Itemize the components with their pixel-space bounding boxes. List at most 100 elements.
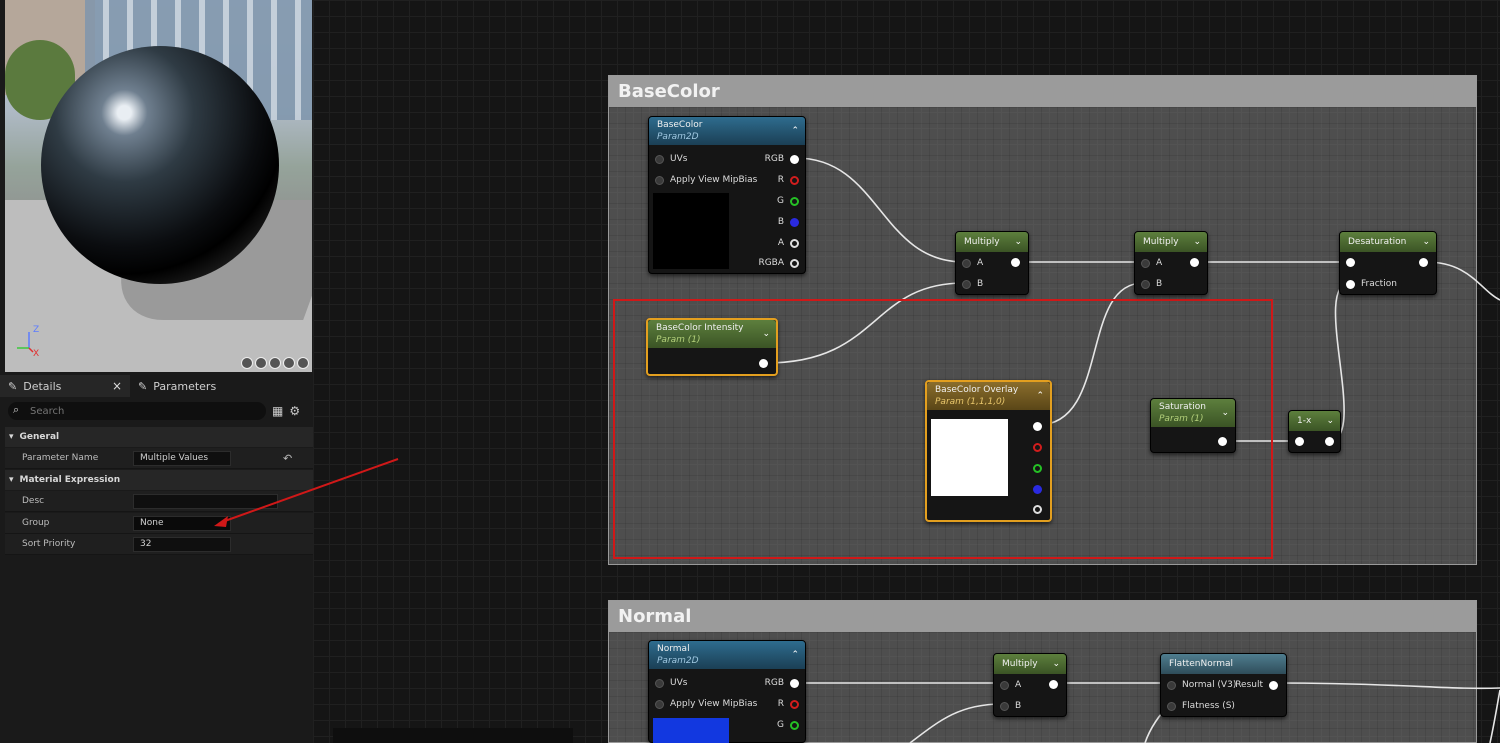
node-header[interactable]: BaseColor Overlay Param (1,1,1,0) ⌃	[927, 382, 1050, 410]
tab-details[interactable]: ✎ Details ×	[0, 375, 130, 397]
node-header[interactable]: Multiply ⌄	[956, 232, 1028, 252]
mesh-shape-icon[interactable]	[297, 357, 309, 369]
collapse-icon[interactable]: ⌃	[1036, 391, 1044, 401]
details-tabs: ✎ Details × ✎ Parameters	[0, 375, 313, 397]
chevron-down-icon[interactable]: ⌄	[1221, 408, 1229, 418]
parameter-name-field[interactable]: Multiple Values	[133, 450, 231, 466]
tab-parameters[interactable]: ✎ Parameters	[130, 375, 224, 397]
pin-a[interactable]: A	[778, 238, 799, 248]
chevron-down-icon[interactable]: ⌄	[1193, 237, 1201, 247]
pin-r[interactable]	[1033, 443, 1042, 452]
pin-b[interactable]: B	[1000, 701, 1021, 711]
chevron-down-icon[interactable]: ⌄	[1422, 237, 1430, 247]
close-icon[interactable]: ×	[112, 379, 122, 393]
pin-b[interactable]: B	[1141, 279, 1162, 289]
node-header[interactable]: BaseColor Param2D ⌃	[649, 117, 805, 145]
node-header[interactable]: Saturation Param (1) ⌄	[1151, 399, 1235, 427]
node-header[interactable]: Desaturation ⌄	[1340, 232, 1436, 252]
pin-result[interactable]: Result	[1235, 680, 1278, 690]
node-subtitle: Param2D	[657, 132, 699, 142]
pin-label: Apply View MipBias	[670, 175, 758, 185]
pin-a[interactable]: A	[1141, 258, 1162, 268]
desc-field[interactable]	[133, 493, 278, 509]
node-normal-texture[interactable]: Normal Param2D ⌃ UVs Apply View MipBias …	[648, 640, 806, 743]
pin-output[interactable]	[1190, 258, 1199, 267]
node-basecolor-overlay[interactable]: BaseColor Overlay Param (1,1,1,0) ⌃	[925, 380, 1052, 522]
pin-input[interactable]	[1295, 437, 1304, 446]
sphere-shape-icon[interactable]	[241, 357, 253, 369]
pin-input[interactable]	[1346, 258, 1355, 267]
pin-output[interactable]	[759, 359, 768, 368]
reset-arrow-icon[interactable]: ↶	[283, 452, 292, 465]
node-header[interactable]: Multiply ⌄	[1135, 232, 1207, 252]
section-general[interactable]: ▾ General	[5, 427, 313, 447]
node-multiply-3[interactable]: Multiply ⌄ A B	[993, 653, 1067, 717]
pin-rgb[interactable]	[1033, 422, 1042, 431]
pin-b[interactable]	[1033, 485, 1042, 494]
pin-g[interactable]	[1033, 464, 1042, 473]
node-subtitle: Param2D	[657, 656, 699, 666]
pin-r[interactable]: R	[778, 175, 799, 185]
node-desaturation[interactable]: Desaturation ⌄ Fraction	[1339, 231, 1437, 295]
pin-b[interactable]: B	[962, 279, 983, 289]
pin-uvs[interactable]: UVs	[655, 154, 687, 164]
pin-g[interactable]: G	[777, 720, 799, 730]
comment-title[interactable]: Normal	[609, 601, 1476, 632]
comment-title[interactable]: BaseColor	[609, 76, 1476, 107]
settings-gear-icon[interactable]: ⚙	[289, 404, 300, 418]
pin-output[interactable]	[1325, 437, 1334, 446]
node-header[interactable]: Normal Param2D ⌃	[649, 641, 805, 669]
group-dropdown[interactable]: None ⌄	[133, 515, 231, 531]
chevron-down-icon[interactable]: ⌄	[1052, 659, 1060, 669]
pin-label: A	[1015, 680, 1022, 690]
cylinder-shape-icon[interactable]	[255, 357, 267, 369]
pin-rgba[interactable]: RGBA	[758, 258, 799, 268]
pin-rgb[interactable]: RGB	[765, 154, 799, 164]
node-header[interactable]: Multiply ⌄	[994, 654, 1066, 674]
collapse-icon[interactable]: ⌃	[791, 650, 799, 660]
pin-g[interactable]: G	[777, 196, 799, 206]
pin-output[interactable]	[1049, 680, 1058, 689]
pin-label: B	[777, 217, 784, 227]
material-preview-viewport[interactable]: Z X	[5, 0, 312, 372]
pin-output[interactable]	[1011, 258, 1020, 267]
node-flattennormal[interactable]: FlattenNormal Normal (V3) Flatness (S) R…	[1160, 653, 1287, 717]
pin-output[interactable]	[1218, 437, 1227, 446]
sort-priority-field[interactable]: 32	[133, 536, 231, 552]
pin-output[interactable]	[1419, 258, 1428, 267]
pin-label: RGB	[764, 154, 784, 164]
node-title: Multiply	[1002, 659, 1038, 669]
pin-normal-v3[interactable]: Normal (V3)	[1167, 680, 1236, 690]
node-header[interactable]: BaseColor Intensity Param (1) ⌄	[648, 320, 776, 348]
pin-flatness[interactable]: Flatness (S)	[1167, 701, 1235, 711]
node-multiply-2[interactable]: Multiply ⌄ A B	[1134, 231, 1208, 295]
plane-shape-icon[interactable]	[269, 357, 281, 369]
node-saturation[interactable]: Saturation Param (1) ⌄	[1150, 398, 1236, 453]
pin-a[interactable]: A	[1000, 680, 1021, 690]
pin-apply-view-mipbias[interactable]: Apply View MipBias	[655, 699, 757, 709]
chevron-down-icon[interactable]: ⌄	[1326, 416, 1334, 426]
node-one-minus[interactable]: 1-x ⌄	[1288, 410, 1341, 453]
pin-label: B	[1156, 279, 1163, 289]
section-material-expression[interactable]: ▾ Material Expression	[5, 470, 313, 490]
pin-a[interactable]	[1033, 505, 1042, 514]
pin-apply-view-mipbias[interactable]: Apply View MipBias	[655, 175, 757, 185]
table-view-icon[interactable]: ▦	[272, 404, 283, 418]
pin-a[interactable]: A	[962, 258, 983, 268]
node-header[interactable]: FlattenNormal	[1161, 654, 1286, 674]
pin-fraction[interactable]: Fraction	[1346, 279, 1397, 289]
node-title: BaseColor Intensity	[656, 323, 744, 333]
node-basecolor-intensity[interactable]: BaseColor Intensity Param (1) ⌄	[646, 318, 778, 376]
chevron-down-icon[interactable]: ⌄	[762, 329, 770, 339]
search-input[interactable]	[8, 402, 266, 420]
pin-r[interactable]: R	[778, 699, 799, 709]
node-header[interactable]: 1-x ⌄	[1289, 411, 1340, 431]
node-multiply-1[interactable]: Multiply ⌄ A B	[955, 231, 1029, 295]
cube-shape-icon[interactable]	[283, 357, 295, 369]
pin-uvs[interactable]: UVs	[655, 678, 687, 688]
pin-b[interactable]: B	[778, 217, 799, 227]
chevron-down-icon[interactable]: ⌄	[1014, 237, 1022, 247]
collapse-icon[interactable]: ⌃	[791, 126, 799, 136]
pin-rgb[interactable]: RGB	[765, 678, 799, 688]
node-basecolor-texture[interactable]: BaseColor Param2D ⌃ UVs Apply View MipBi…	[648, 116, 806, 274]
